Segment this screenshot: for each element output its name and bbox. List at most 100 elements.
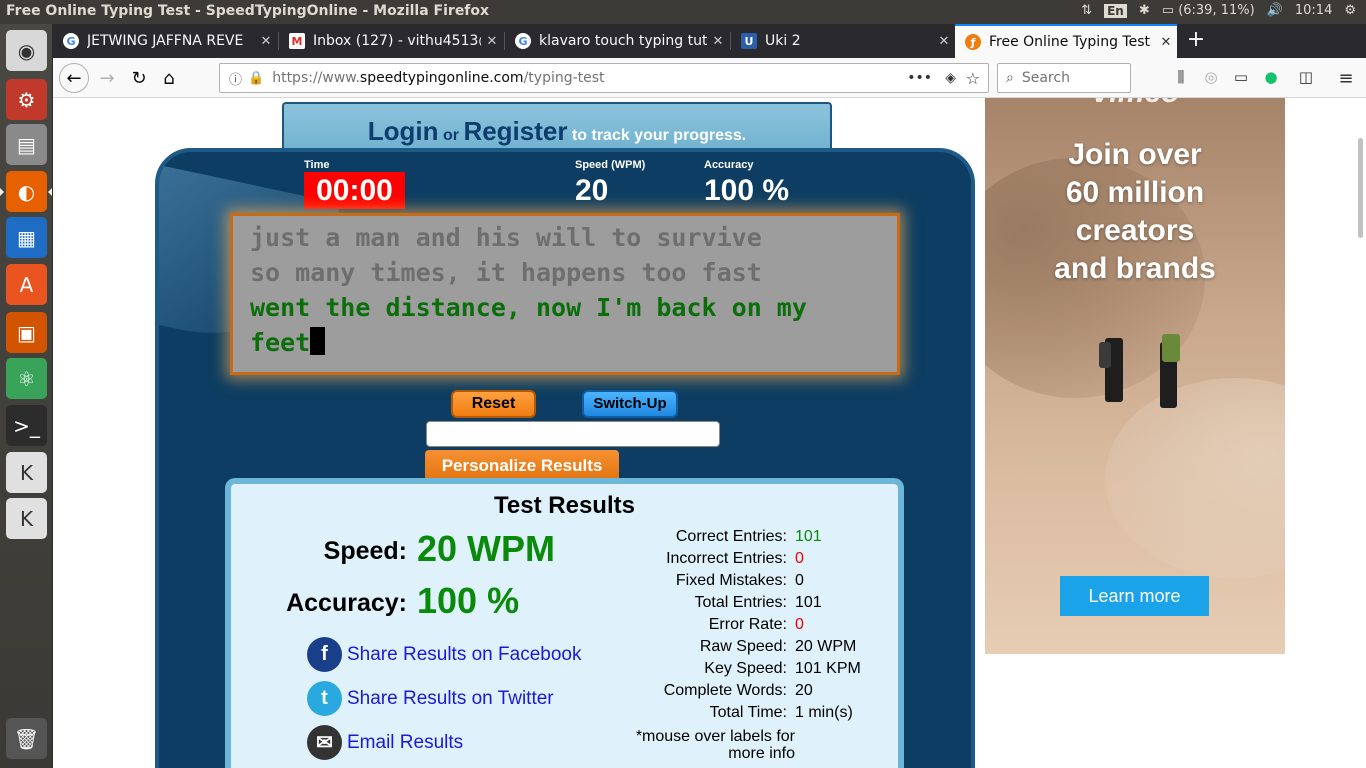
- text-line-typed: went the distance, now I'm back on my: [250, 293, 807, 322]
- launcher-atom-icon[interactable]: ⚛: [6, 358, 47, 399]
- speed-result-label[interactable]: Speed:: [271, 537, 407, 566]
- extension-icon[interactable]: ◎: [1201, 68, 1221, 88]
- stat-label[interactable]: Fixed Mistakes:: [629, 570, 795, 592]
- tab-close-icon[interactable]: ✕: [255, 34, 277, 49]
- scrollbar-thumb[interactable]: [1358, 138, 1363, 238]
- folder-icon[interactable]: ▭: [1231, 68, 1251, 88]
- accuracy-result-value: 100 %: [417, 580, 520, 621]
- reload-icon[interactable]: ↻: [125, 64, 153, 92]
- launcher-software-center-icon[interactable]: A: [6, 264, 47, 305]
- bookmark-star-icon[interactable]: ☆: [966, 69, 980, 88]
- battery-indicator[interactable]: ▭ (6:39, 11%): [1162, 3, 1255, 18]
- sidebar-icon[interactable]: ◫: [1296, 68, 1316, 88]
- tab-uki[interactable]: U Uki 2 ✕: [731, 24, 955, 58]
- page-actions-icon[interactable]: •••: [907, 70, 932, 86]
- launcher-running-indicator: [0, 188, 4, 196]
- launcher-klavaro-1-icon[interactable]: K: [6, 452, 47, 493]
- power-gear-icon[interactable]: ⚙: [1344, 3, 1356, 18]
- stat-value: 101: [795, 528, 822, 545]
- ad-brand-text: Vimeo: [985, 98, 1285, 110]
- tab-close-icon[interactable]: ✕: [707, 34, 729, 49]
- switch-up-button[interactable]: Switch-Up: [582, 390, 678, 418]
- launcher-trash-icon[interactable]: 🗑: [6, 718, 47, 759]
- share-twitter-link[interactable]: t Share Results on Twitter: [307, 681, 554, 716]
- library-icon[interactable]: ⫼: [1171, 68, 1191, 88]
- launcher-system-settings-icon[interactable]: ⚙: [6, 79, 47, 120]
- reset-button[interactable]: Reset: [451, 390, 536, 418]
- results-title: Test Results: [494, 492, 635, 519]
- url-bar[interactable]: ⓘ 🔒 https://www.speedtypingonline.com/ty…: [219, 63, 989, 93]
- launcher-focused-indicator: [48, 188, 52, 196]
- launcher-writer-icon[interactable]: ▦: [6, 217, 47, 258]
- learn-more-button[interactable]: Learn more: [1060, 576, 1209, 616]
- accuracy-result-label[interactable]: Accuracy:: [251, 589, 407, 618]
- typing-cursor: [310, 327, 326, 355]
- network-icon[interactable]: ⇅: [1081, 3, 1092, 18]
- stat-label[interactable]: Key Speed:: [629, 658, 795, 680]
- launcher-impress-icon[interactable]: ▣: [6, 312, 47, 353]
- mouse-over-note-line: *mouse over labels for: [635, 728, 795, 745]
- volume-icon[interactable]: 🔊: [1267, 3, 1283, 18]
- launcher-firefox-icon[interactable]: ◐: [6, 171, 47, 212]
- tab-inbox[interactable]: M Inbox (127) - vithu4513@ ✕: [279, 24, 503, 58]
- speed-label: Speed (WPM): [575, 159, 646, 171]
- pocket-icon[interactable]: ◈: [945, 70, 956, 86]
- typing-text-area[interactable]: just a man and his will to survive so ma…: [230, 213, 900, 375]
- keyboard-layout-indicator[interactable]: En: [1104, 3, 1127, 18]
- tab-label: Inbox (127) - vithu4513@: [313, 33, 481, 49]
- launcher-terminal-icon[interactable]: >_: [6, 405, 47, 446]
- tab-label: klavaro touch typing tut: [539, 33, 707, 49]
- mouse-over-note: *mouse over labels for more info: [629, 728, 795, 762]
- speed-result-value: 20 WPM: [417, 528, 556, 569]
- home-icon[interactable]: ⌂: [155, 64, 183, 92]
- accuracy-label: Accuracy: [704, 159, 754, 171]
- text-line-current: feet: [250, 325, 897, 360]
- share-facebook-link[interactable]: f Share Results on Facebook: [307, 637, 581, 672]
- launcher-files-icon[interactable]: ▤: [6, 124, 47, 165]
- stat-label[interactable]: Correct Entries:: [629, 526, 795, 548]
- url-scheme: https://www.: [272, 70, 360, 86]
- launcher-klavaro-2-icon[interactable]: K: [6, 498, 47, 539]
- tab-close-icon[interactable]: ✕: [481, 34, 503, 49]
- info-icon[interactable]: ⓘ: [229, 69, 242, 88]
- login-register-bar: Login or Register to track your progress…: [282, 102, 832, 154]
- stats-row: Complete Words: 20: [629, 680, 875, 702]
- ubuntu-launcher: ◉ ⚙ ▤ ◐ ▦ A ▣ ⚛ >_ K K 🗑: [0, 24, 53, 768]
- email-results-link[interactable]: ✉ Email Results: [307, 725, 463, 760]
- window-title: Free Online Typing Test - SpeedTypingOnl…: [6, 3, 490, 19]
- stat-label[interactable]: Total Entries:: [629, 592, 795, 614]
- tab-jetwing[interactable]: G JETWING JAFFNA REVE ✕: [53, 24, 277, 58]
- url-text: https://www.speedtypingonline.com/typing…: [272, 70, 604, 86]
- bluetooth-icon[interactable]: ✱: [1139, 3, 1150, 18]
- register-link[interactable]: Register: [463, 116, 567, 146]
- login-link[interactable]: Login: [368, 116, 439, 146]
- tab-close-icon[interactable]: ✕: [933, 34, 955, 49]
- back-arrow-icon[interactable]: ←: [59, 63, 89, 93]
- os-top-panel: Free Online Typing Test - SpeedTypingOnl…: [0, 0, 1366, 24]
- tab-typing-test[interactable]: ƒ Free Online Typing Test ✕: [955, 24, 1177, 58]
- advertisement[interactable]: Vimeo Join over 60 million creators and …: [985, 98, 1285, 654]
- speedtyping-favicon-icon: ƒ: [965, 34, 981, 50]
- envelope-icon: ✉: [307, 725, 342, 760]
- launcher-ubuntu-dash-icon[interactable]: ◉: [6, 30, 47, 71]
- forward-arrow-icon[interactable]: →: [93, 64, 121, 92]
- tab-close-icon[interactable]: ✕: [1155, 35, 1177, 50]
- stat-label[interactable]: Raw Speed:: [629, 636, 795, 658]
- search-input[interactable]: ⌕ Search: [997, 63, 1131, 93]
- facebook-icon: f: [307, 637, 342, 672]
- stat-label[interactable]: Total Time:: [629, 702, 795, 724]
- page-scrollbar[interactable]: [1355, 98, 1366, 768]
- stat-label[interactable]: Incorrect Entries:: [629, 548, 795, 570]
- stat-value: 101 KPM: [795, 660, 861, 677]
- menu-hamburger-icon[interactable]: ≡: [1336, 68, 1356, 89]
- typing-input-field[interactable]: [426, 421, 720, 447]
- panel-indicators: ⇅ En ✱ ▭ (6:39, 11%) 🔊 10:14 ⚙: [1081, 3, 1356, 18]
- grammarly-icon[interactable]: ●: [1261, 68, 1281, 88]
- stat-label[interactable]: Complete Words:: [629, 680, 795, 702]
- stats-row: Total Entries: 101: [629, 592, 875, 614]
- stats-row: Raw Speed: 20 WPM: [629, 636, 875, 658]
- new-tab-plus-icon[interactable]: +: [1183, 28, 1209, 54]
- tab-klavaro[interactable]: G klavaro touch typing tut ✕: [505, 24, 729, 58]
- stat-label[interactable]: Error Rate:: [629, 614, 795, 636]
- clock[interactable]: 10:14: [1295, 3, 1332, 18]
